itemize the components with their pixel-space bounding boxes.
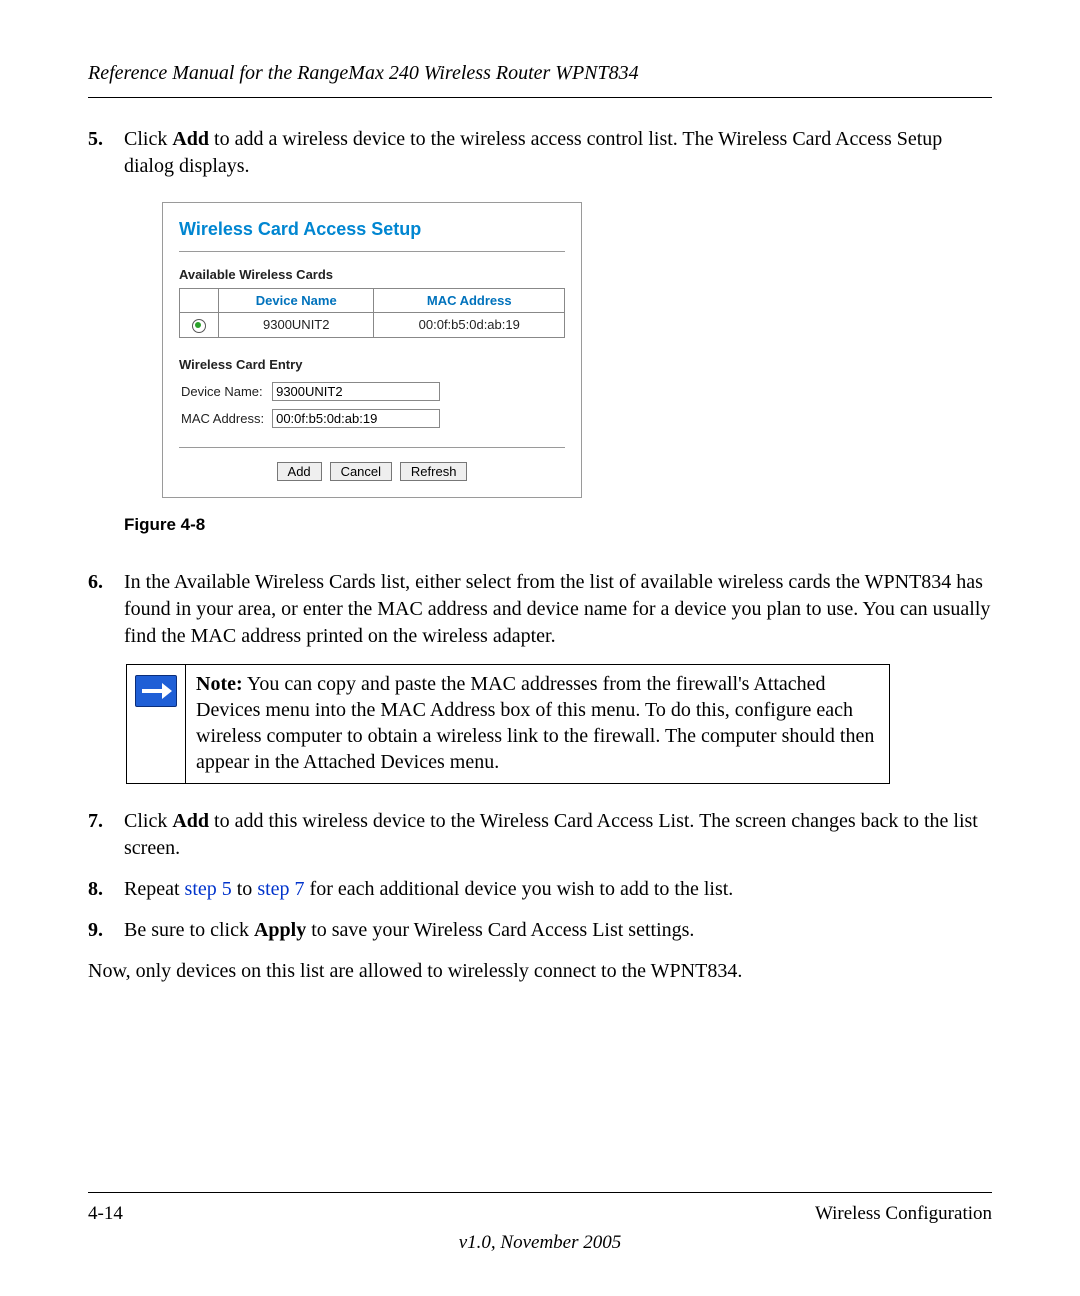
mac-address-label: MAC Address: <box>181 406 270 431</box>
dialog-separator <box>179 251 565 252</box>
wireless-card-entry-label: Wireless Card Entry <box>179 356 565 374</box>
step-7: 7. Click Add to add this wireless device… <box>88 808 992 862</box>
instruction-list-continued: 7. Click Add to add this wireless device… <box>88 808 992 944</box>
closing-paragraph: Now, only devices on this list are allow… <box>88 958 992 985</box>
note-box: Note: You can copy and paste the MAC add… <box>126 664 890 784</box>
col-select <box>180 288 219 313</box>
running-header: Reference Manual for the RangeMax 240 Wi… <box>88 60 992 87</box>
row-mac-address: 00:0f:b5:0d:ab:19 <box>374 313 565 338</box>
note-text: You can copy and paste the MAC addresses… <box>196 673 874 773</box>
page-number: 4-14 <box>88 1201 123 1227</box>
apply-bold: Apply <box>254 919 306 941</box>
mac-address-input[interactable] <box>272 409 440 428</box>
step-text: In the Available Wireless Cards list, ei… <box>124 569 992 650</box>
radio-selected-icon <box>192 319 206 333</box>
step-number: 6. <box>88 569 124 650</box>
row-device-name: 9300UNIT2 <box>219 313 374 338</box>
table-row: 9300UNIT2 00:0f:b5:0d:ab:19 <box>180 313 565 338</box>
page-footer: 4-14 Wireless Configuration v1.0, Novemb… <box>88 1192 992 1256</box>
col-device-name: Device Name <box>219 288 374 313</box>
dialog-separator-2 <box>179 447 565 448</box>
step-number: 9. <box>88 917 124 944</box>
device-name-label: Device Name: <box>181 379 270 404</box>
step-8: 8. Repeat step 5 to step 7 for each addi… <box>88 876 992 903</box>
wireless-card-access-dialog: Wireless Card Access Setup Available Wir… <box>162 202 582 498</box>
add-bold: Add <box>172 810 209 832</box>
dialog-button-row: Add Cancel Refresh <box>179 462 565 481</box>
add-button[interactable]: Add <box>277 462 322 481</box>
footer-rule <box>88 1192 992 1193</box>
step-text: Repeat step 5 to step 7 for each additio… <box>124 876 992 903</box>
step-number: 5. <box>88 126 124 555</box>
add-bold: Add <box>172 128 209 150</box>
refresh-button[interactable]: Refresh <box>400 462 468 481</box>
figure-caption: Figure 4-8 <box>124 514 992 537</box>
step-text: Click Add to add a wireless device to th… <box>124 126 992 555</box>
instruction-list: 5. Click Add to add a wireless device to… <box>88 126 992 650</box>
row-radio-cell[interactable] <box>180 313 219 338</box>
step-5: 5. Click Add to add a wireless device to… <box>88 126 992 555</box>
page: Reference Manual for the RangeMax 240 Wi… <box>0 0 1080 1296</box>
available-cards-label: Available Wireless Cards <box>179 266 565 284</box>
col-mac-address: MAC Address <box>374 288 565 313</box>
header-rule <box>88 97 992 98</box>
step7-link[interactable]: step 7 <box>257 878 304 900</box>
dialog-title: Wireless Card Access Setup <box>179 217 565 241</box>
note-icon-cell <box>127 665 186 783</box>
step-6: 6. In the Available Wireless Cards list,… <box>88 569 992 650</box>
note-label: Note: <box>196 673 243 695</box>
arrow-right-icon <box>135 675 177 707</box>
note-body: Note: You can copy and paste the MAC add… <box>186 665 889 783</box>
step5-link[interactable]: step 5 <box>185 878 232 900</box>
step-number: 7. <box>88 808 124 862</box>
step-number: 8. <box>88 876 124 903</box>
step-text: Click Add to add this wireless device to… <box>124 808 992 862</box>
available-cards-table: Device Name MAC Address 9300UNIT2 00:0f:… <box>179 288 565 338</box>
cancel-button[interactable]: Cancel <box>330 462 392 481</box>
doc-version: v1.0, November 2005 <box>88 1230 992 1256</box>
entry-form: Device Name: MAC Address: <box>179 377 448 433</box>
section-title: Wireless Configuration <box>815 1201 992 1227</box>
step-9: 9. Be sure to click Apply to save your W… <box>88 917 992 944</box>
step-text: Be sure to click Apply to save your Wire… <box>124 917 992 944</box>
device-name-input[interactable] <box>272 382 440 401</box>
